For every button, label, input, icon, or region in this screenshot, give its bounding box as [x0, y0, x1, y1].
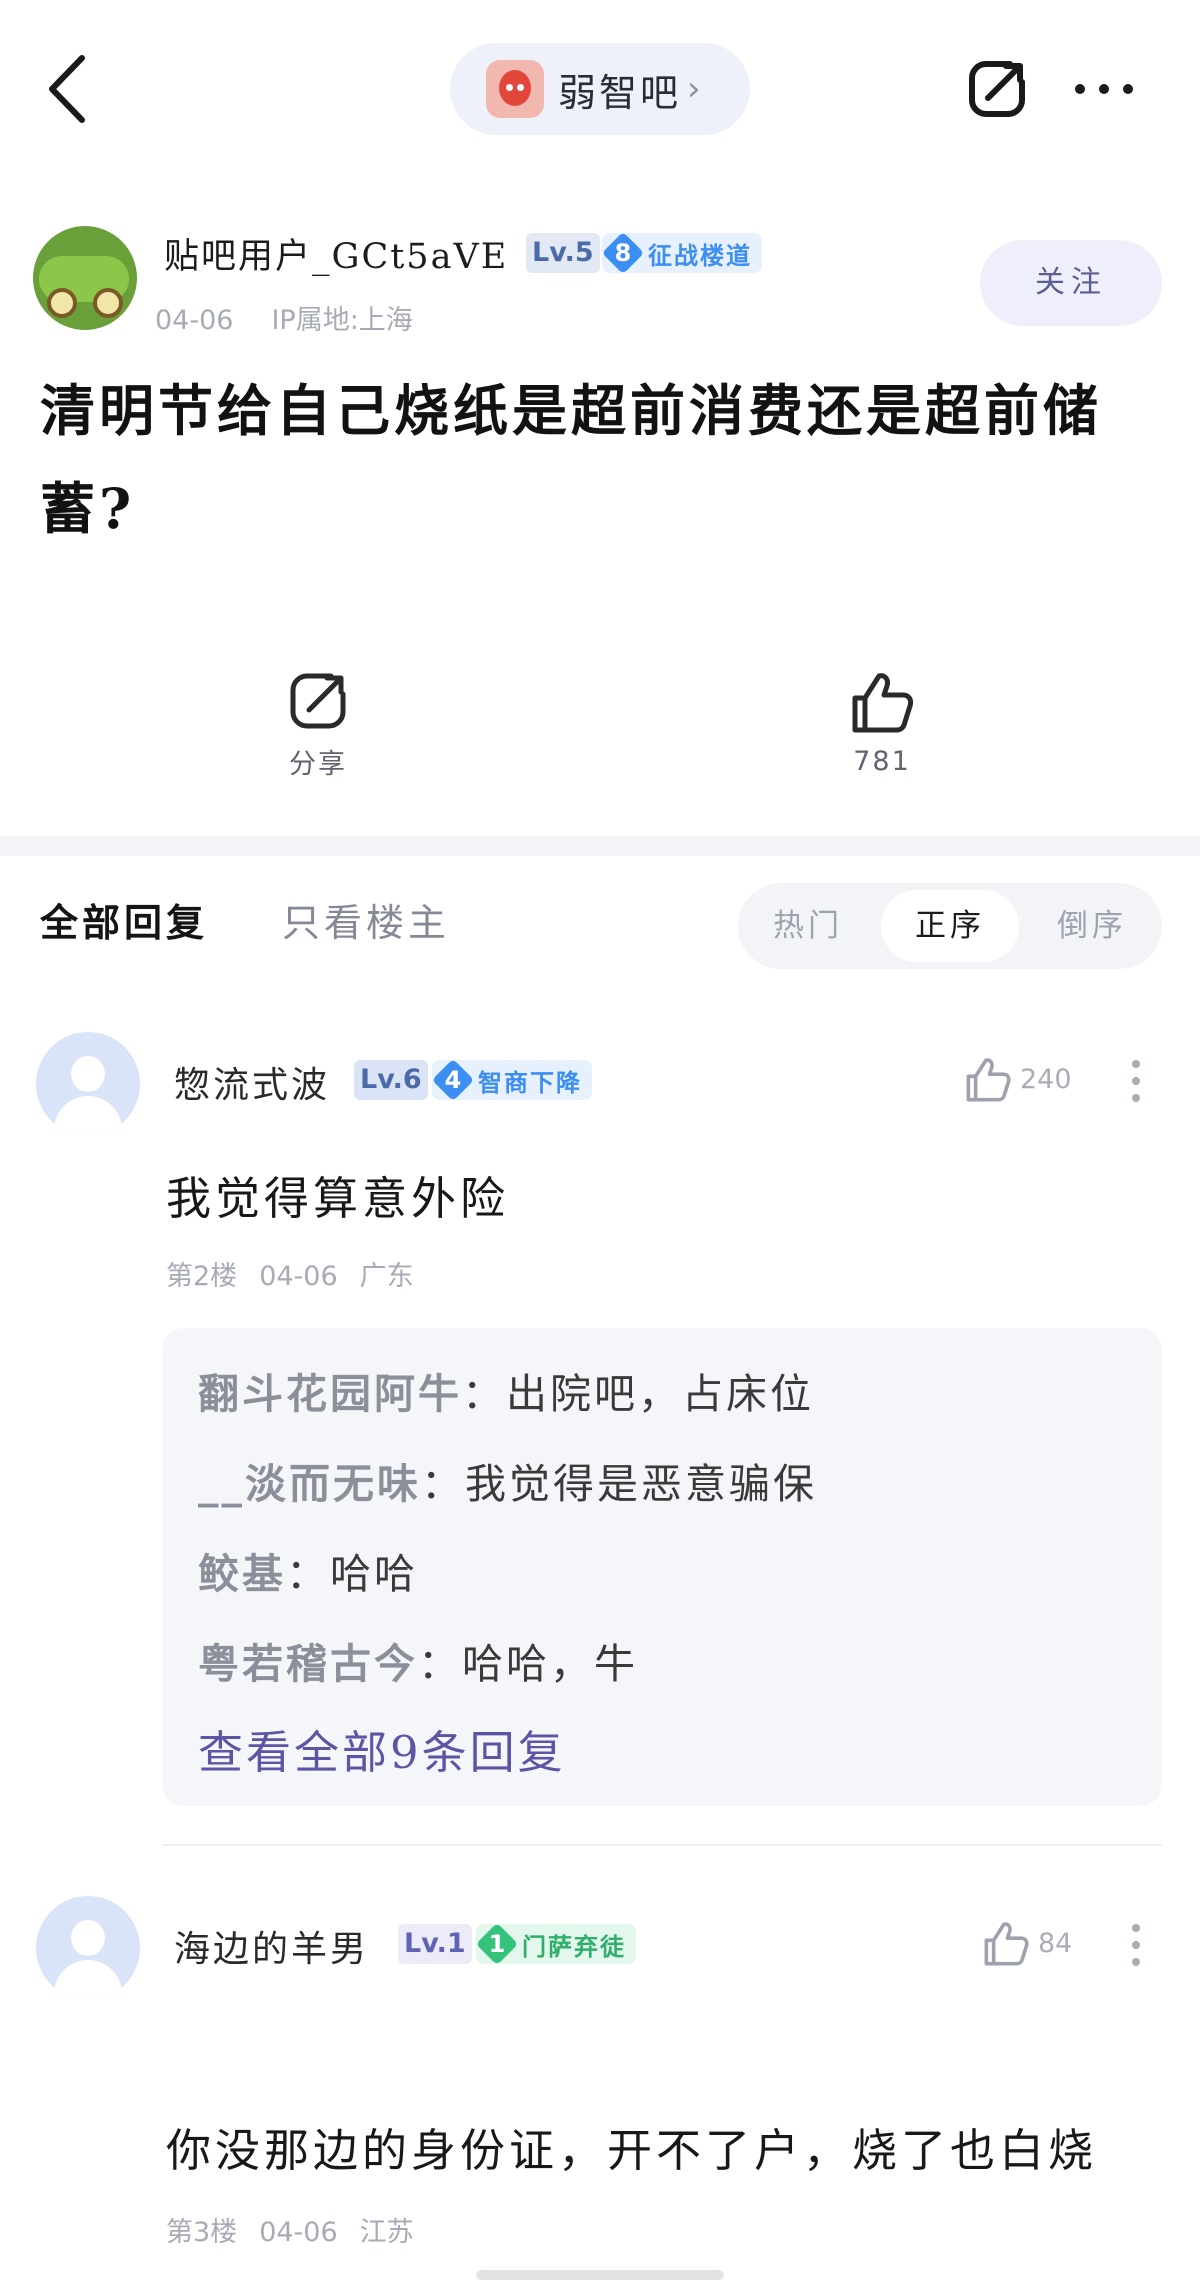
sort-segmented-control: 热门 正序 倒序	[738, 883, 1162, 969]
reply-meta: 第3楼 04-06 江苏	[166, 2210, 414, 2249]
tab-all-replies[interactable]: 全部回复	[40, 892, 208, 947]
level-badge: Lv.5	[526, 233, 600, 273]
reply-username[interactable]: 惣流式波	[174, 1056, 330, 1108]
level-badge: Lv.1	[398, 1924, 472, 1964]
sub-replies-box[interactable]: 翻斗花园阿牛：出院吧，占床位 __淡而无味：我觉得是恶意骗保 鲛基：哈哈 粤若稽…	[162, 1328, 1162, 1806]
sort-ascending[interactable]: 正序	[881, 890, 1019, 962]
like-action[interactable]: 781	[812, 670, 952, 777]
thumbs-up-icon	[852, 673, 914, 733]
back-button[interactable]	[40, 52, 100, 126]
thumbs-up-icon	[984, 1922, 1029, 1966]
reply-meta: 第2楼 04-06 广东	[166, 1254, 414, 1293]
share-action[interactable]: 分享	[248, 670, 388, 781]
more-horizontal-icon	[1075, 84, 1133, 94]
share-label: 分享	[289, 749, 347, 780]
reply-like-count: 84	[1038, 1928, 1073, 1959]
reply-divider	[162, 1844, 1162, 1846]
share-button[interactable]	[966, 58, 1028, 120]
forum-avatar	[486, 60, 544, 118]
home-indicator	[476, 2270, 724, 2280]
forum-entry-button[interactable]: 弱智吧 ›	[450, 43, 750, 135]
honor-badge: 1 门萨弃徒	[475, 1922, 636, 1966]
sort-descending[interactable]: 倒序	[1022, 883, 1162, 969]
more-vertical-icon	[1132, 1924, 1140, 1966]
author-meta: 04-06 IP属地:上海	[155, 298, 413, 337]
forum-name: 弱智吧	[558, 70, 682, 115]
reply-more-button[interactable]	[1126, 1922, 1146, 1968]
author-avatar[interactable]	[33, 226, 137, 330]
sub-reply: 鲛基：哈哈	[198, 1550, 418, 1598]
reply-more-button[interactable]	[1126, 1058, 1146, 1104]
section-divider	[0, 836, 1200, 856]
reply-date: 04-06	[259, 1261, 338, 1292]
reply-text: 我觉得算意外险	[166, 1172, 510, 1225]
reply-location: 江苏	[359, 2217, 414, 2248]
like-count: 781	[853, 746, 911, 777]
reply-text: 你没那边的身份证，开不了户，烧了也白烧	[166, 2124, 1098, 2177]
reply-date: 04-06	[259, 2217, 338, 2248]
more-options-button[interactable]	[1070, 78, 1138, 100]
level-badge: Lv.6	[354, 1060, 428, 1100]
follow-button[interactable]: 关注	[980, 240, 1162, 326]
sub-reply: __淡而无味：我觉得是恶意骗保	[198, 1460, 817, 1508]
honor-badge: 4 智商下降	[431, 1058, 592, 1102]
honor-badge: 8 征战楼道	[601, 231, 762, 275]
avatar[interactable]	[36, 1032, 140, 1136]
author-name[interactable]: 贴吧用户_GCt5aVE	[164, 228, 508, 279]
sub-reply: 翻斗花园阿牛：出院吧，占床位	[198, 1370, 814, 1418]
tab-op-only[interactable]: 只看楼主	[282, 892, 450, 947]
sub-reply: 粤若稽古今：哈哈，牛	[198, 1640, 638, 1688]
floor-number: 第2楼	[166, 1261, 238, 1292]
ip-location: IP属地:上海	[271, 305, 413, 336]
view-all-replies-link[interactable]: 查看全部9条回复	[198, 1716, 566, 1781]
post-date: 04-06	[155, 305, 234, 336]
sort-hot[interactable]: 热门	[738, 883, 878, 969]
thumbs-up-icon	[966, 1058, 1011, 1102]
reply-like-button[interactable]: 84	[982, 1920, 1102, 1970]
share-icon	[290, 673, 346, 729]
reply-like-button[interactable]: 240	[964, 1056, 1084, 1106]
avatar[interactable]	[36, 1896, 140, 2000]
reply-location: 广东	[359, 1261, 414, 1292]
floor-number: 第3楼	[166, 2217, 238, 2248]
post-title: 清明节给自己烧纸是超前消费还是超前储蓄?	[40, 378, 1103, 541]
reply-like-count: 240	[1020, 1064, 1072, 1095]
chevron-right-icon: ›	[687, 69, 701, 109]
share-icon	[969, 61, 1025, 117]
top-bar: 弱智吧 ›	[0, 0, 1200, 175]
more-vertical-icon	[1132, 1060, 1140, 1102]
chevron-left-icon	[49, 55, 85, 123]
reply-username[interactable]: 海边的羊男	[174, 1920, 369, 1972]
